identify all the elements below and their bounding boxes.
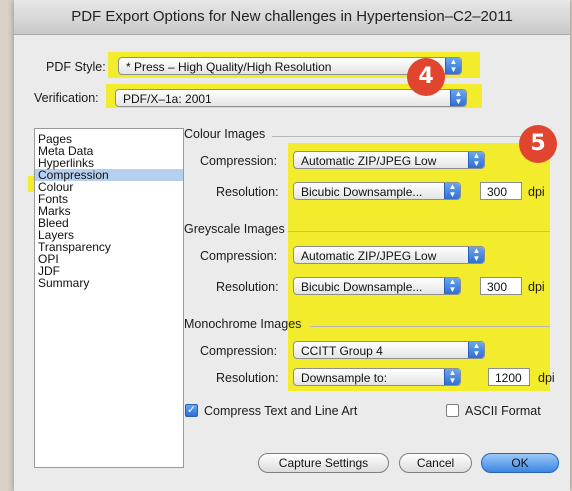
verification-label: Verification: [34, 91, 99, 105]
monochrome-resolution-unit: dpi [538, 371, 555, 385]
popup-arrows-icon: ▲ ▼ [450, 90, 466, 106]
cancel-button[interactable]: Cancel [399, 453, 472, 473]
sidebar-item-summary[interactable]: Summary [35, 277, 183, 289]
popup-arrows-icon: ▲ ▼ [444, 369, 460, 385]
greyscale-resolution-method-popup[interactable]: Bicubic Downsample... ▲ ▼ [293, 277, 461, 295]
monochrome-images-divider [310, 326, 550, 327]
ascii-format-label: ASCII Format [465, 404, 541, 418]
greyscale-compression-value: Automatic ZIP/JPEG Low [301, 249, 437, 263]
greyscale-resolution-label: Resolution: [216, 280, 279, 294]
monochrome-images-heading: Monochrome Images [184, 317, 302, 331]
colour-resolution-method: Bicubic Downsample... [301, 185, 423, 199]
greyscale-images-heading: Greyscale Images [184, 222, 285, 236]
verification-value: PDF/X–1a: 2001 [123, 92, 212, 106]
popup-arrows-icon: ▲ ▼ [468, 152, 484, 168]
compress-text-label: Compress Text and Line Art [204, 404, 358, 418]
greyscale-images-divider [288, 231, 550, 232]
popup-arrows-icon: ▲ ▼ [468, 247, 484, 263]
category-list[interactable]: Pages Meta Data Hyperlinks Compression C… [34, 128, 184, 468]
monochrome-compression-popup[interactable]: CCITT Group 4 ▲ ▼ [293, 341, 485, 359]
colour-images-divider [272, 136, 548, 137]
step-4-badge: 4 [407, 58, 445, 96]
colour-compression-popup[interactable]: Automatic ZIP/JPEG Low ▲ ▼ [293, 151, 485, 169]
monochrome-compression-value: CCITT Group 4 [301, 344, 383, 358]
step-5-badge: 5 [519, 125, 557, 163]
ok-button[interactable]: OK [481, 453, 559, 473]
popup-arrows-icon: ▲ ▼ [444, 183, 460, 199]
monochrome-resolution-method-popup[interactable]: Downsample to: ▲ ▼ [293, 368, 461, 386]
greyscale-compression-popup[interactable]: Automatic ZIP/JPEG Low ▲ ▼ [293, 246, 485, 264]
pdf-export-dialog: PDF Export Options for New challenges in… [14, 0, 570, 491]
colour-resolution-input[interactable]: 300 [480, 182, 522, 200]
popup-arrows-icon: ▲ ▼ [444, 278, 460, 294]
ascii-format-checkbox[interactable] [446, 404, 459, 417]
greyscale-resolution-method: Bicubic Downsample... [301, 280, 423, 294]
colour-resolution-label: Resolution: [216, 185, 279, 199]
greyscale-resolution-unit: dpi [528, 280, 545, 294]
greyscale-compression-label: Compression: [200, 249, 278, 263]
colour-resolution-unit: dpi [528, 185, 545, 199]
monochrome-resolution-label: Resolution: [216, 371, 279, 385]
colour-compression-label: Compression: [200, 154, 278, 168]
monochrome-resolution-method: Downsample to: [301, 371, 388, 385]
colour-resolution-method-popup[interactable]: Bicubic Downsample... ▲ ▼ [293, 182, 461, 200]
popup-arrows-icon: ▲ ▼ [445, 58, 461, 74]
capture-settings-button[interactable]: Capture Settings [258, 453, 389, 473]
colour-compression-value: Automatic ZIP/JPEG Low [301, 154, 437, 168]
greyscale-resolution-input[interactable]: 300 [480, 277, 522, 295]
colour-images-heading: Colour Images [184, 127, 266, 141]
popup-arrows-icon: ▲ ▼ [468, 342, 484, 358]
compress-text-checkbox[interactable]: ✓ [185, 404, 198, 417]
pdf-style-value: * Press – High Quality/High Resolution [126, 60, 332, 74]
monochrome-compression-label: Compression: [200, 344, 278, 358]
window-title: PDF Export Options for New challenges in… [14, 0, 570, 35]
pdf-style-label: PDF Style: [46, 60, 106, 74]
monochrome-resolution-input[interactable]: 1200 [488, 368, 530, 386]
